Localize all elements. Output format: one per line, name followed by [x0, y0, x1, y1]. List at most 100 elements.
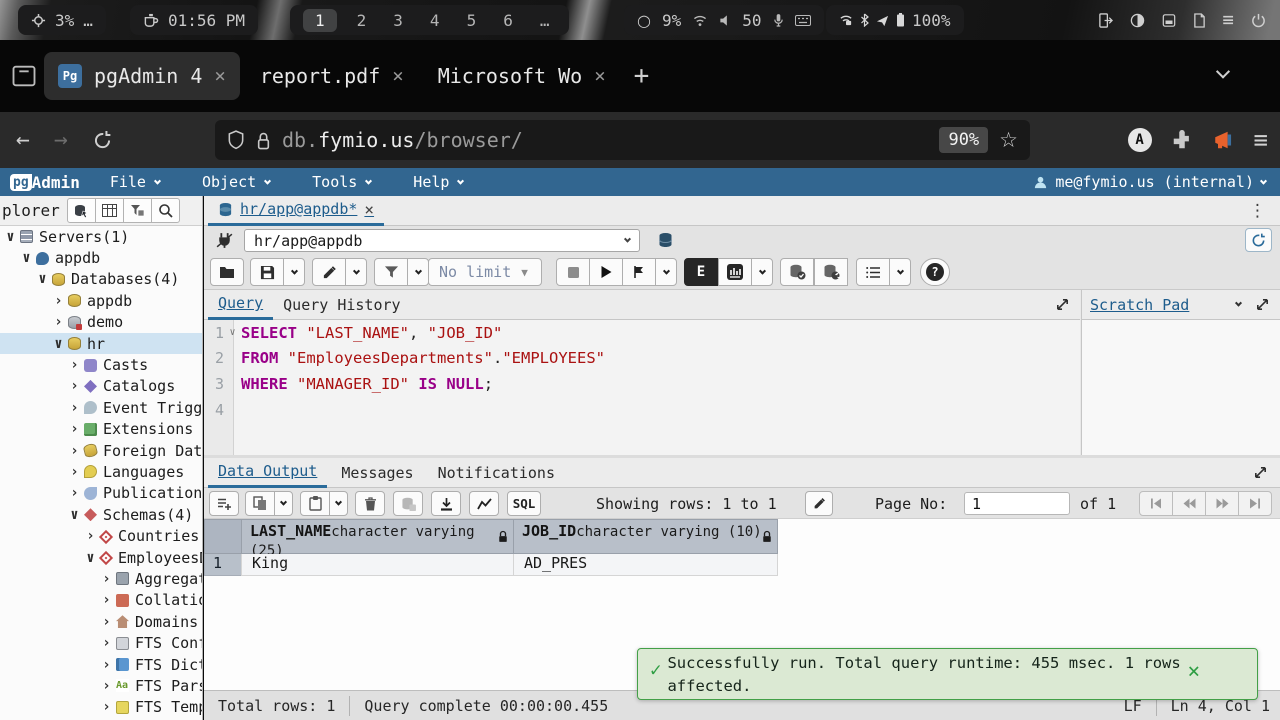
tree-item-collations[interactable]: ›Collations: [0, 590, 202, 611]
browser-tab-1[interactable]: PgpgAdmin 4×: [44, 52, 240, 100]
expand-icon[interactable]: ›: [99, 678, 114, 694]
tree-item-countries[interactable]: ›Countries: [0, 525, 202, 546]
tree-item-databases-4-[interactable]: ∨Databases(4): [0, 269, 202, 290]
forward-icon[interactable]: →: [54, 127, 68, 153]
clock-widget[interactable]: 01:56 PM: [130, 5, 258, 35]
expand-icon[interactable]: ›: [67, 485, 82, 501]
expand-icon[interactable]: ›: [99, 592, 114, 608]
logout-icon[interactable]: [1098, 13, 1113, 28]
storage-icon[interactable]: [1162, 13, 1176, 28]
collapse-icon[interactable]: ∨: [3, 229, 18, 245]
edit-range-pencil-button[interactable]: [805, 491, 833, 516]
new-tab-button[interactable]: +: [634, 61, 650, 91]
workspace-4[interactable]: 4: [423, 10, 447, 31]
expand-icon[interactable]: ›: [67, 421, 82, 437]
browser-tab-2[interactable]: report.pdf×: [246, 52, 418, 100]
expand-icon[interactable]: ›: [67, 464, 82, 480]
tree-item-catalogs[interactable]: ›Catalogs: [0, 376, 202, 397]
reload-icon[interactable]: [92, 130, 113, 151]
filtered-rows-button[interactable]: [123, 198, 152, 223]
expand-results-icon[interactable]: [1253, 465, 1268, 480]
expand-icon[interactable]: ›: [99, 657, 114, 673]
resource-indicators[interactable]: ○ 9% 50: [624, 5, 824, 35]
macros-chevron[interactable]: [889, 258, 911, 286]
browser-menu-icon[interactable]: ≡: [1254, 126, 1268, 154]
page-number-input[interactable]: [964, 492, 1070, 515]
help-button[interactable]: ?: [920, 258, 950, 286]
download-results-button[interactable]: [431, 491, 461, 516]
column-header-job_id[interactable]: JOB_IDcharacter varying (10): [513, 519, 778, 554]
paste-button[interactable]: [300, 491, 330, 516]
table-cell[interactable]: King: [241, 554, 514, 576]
tree-item-appdb[interactable]: ›appdb: [0, 290, 202, 311]
tab-data-output[interactable]: Data Output: [208, 458, 327, 488]
execute-chevron[interactable]: [655, 258, 677, 286]
workspace-2[interactable]: 2: [350, 10, 374, 31]
collapse-icon[interactable]: ∨: [51, 336, 66, 352]
scratch-pad-body[interactable]: [1081, 320, 1280, 455]
show-sql-button[interactable]: SQL: [507, 491, 541, 516]
tree-item-publications[interactable]: ›Publications: [0, 483, 202, 504]
stop-button[interactable]: [556, 258, 590, 286]
save-file-button[interactable]: [250, 258, 284, 286]
tree-item-servers-1-[interactable]: ∨Servers(1): [0, 226, 202, 247]
tree-item-demo[interactable]: ›demo: [0, 312, 202, 333]
workspace-3[interactable]: 3: [386, 10, 410, 31]
megaphone-extension-icon[interactable]: [1212, 129, 1235, 151]
search-objects-button[interactable]: [151, 198, 180, 223]
workspace-5[interactable]: 5: [460, 10, 484, 31]
account-icon[interactable]: A: [1128, 128, 1152, 152]
workspace-1[interactable]: 1: [303, 9, 337, 32]
tree-item-event-triggers[interactable]: ›Event Triggers: [0, 397, 202, 418]
zoom-level-badge[interactable]: 90%: [939, 127, 988, 153]
tree-item-schemas-4-[interactable]: ∨Schemas(4): [0, 504, 202, 525]
delete-row-button[interactable]: [355, 491, 385, 516]
open-file-button[interactable]: [210, 258, 244, 286]
tree-item-fts-parsers[interactable]: ›FTS Parsers: [0, 675, 202, 696]
tree-item-employeesdepartments[interactable]: ∨EmployeesDepartments: [0, 547, 202, 568]
execute-button[interactable]: [589, 258, 623, 286]
workspace-6[interactable]: 6: [496, 10, 520, 31]
url-bar[interactable]: db.fymio.us/browser/ 90% ☆: [215, 120, 1030, 160]
menu-tools[interactable]: Tools: [312, 173, 371, 191]
editor-line-2[interactable]: 2FROM "EmployeesDepartments"."EMPLOYEES": [204, 346, 1080, 372]
save-options-chevron[interactable]: [283, 258, 305, 286]
tree-item-fts-configurations[interactable]: ›FTS Configurations: [0, 632, 202, 653]
menu-icon[interactable]: ≡: [1223, 9, 1234, 31]
expand-icon[interactable]: ›: [51, 293, 66, 309]
edit-options-chevron[interactable]: [345, 258, 367, 286]
expand-icon[interactable]: ›: [51, 314, 66, 330]
editor-line-1[interactable]: 1∨SELECT "LAST_NAME", "JOB_ID": [204, 320, 1080, 346]
tab-notifications[interactable]: Notifications: [428, 458, 565, 488]
extensions-puzzle-icon[interactable]: [1171, 129, 1193, 151]
query-tool-tab[interactable]: hr/app@appdb* ×: [208, 196, 384, 226]
expand-icon[interactable]: ›: [67, 378, 82, 394]
expand-query-panel-icon[interactable]: [1055, 297, 1070, 312]
expand-icon[interactable]: ›: [83, 528, 98, 544]
prev-page-button[interactable]: [1172, 491, 1206, 516]
tree-item-languages[interactable]: ›Languages: [0, 461, 202, 482]
tree-item-aggregates[interactable]: ›Aggregates: [0, 568, 202, 589]
paste-options-chevron[interactable]: [329, 491, 348, 516]
scratch-pad-title[interactable]: Scratch Pad: [1090, 296, 1189, 314]
execute-options-button[interactable]: [622, 258, 656, 286]
collapse-icon[interactable]: ∨: [19, 250, 34, 266]
account-menu[interactable]: me@fymio.us (internal): [1033, 173, 1266, 191]
add-row-button[interactable]: [209, 491, 239, 516]
tab-query[interactable]: Query: [208, 290, 273, 320]
shield-icon[interactable]: [227, 130, 245, 150]
copy-options-chevron[interactable]: [274, 491, 293, 516]
tree-item-fts-templates[interactable]: ›FTS Templates: [0, 697, 202, 718]
tab-close-icon[interactable]: ×: [594, 65, 605, 87]
rollback-button[interactable]: [814, 258, 848, 286]
workspace-…[interactable]: …: [533, 10, 557, 31]
menu-object[interactable]: Object: [202, 173, 270, 191]
connection-select[interactable]: hr/app@appdb: [244, 229, 640, 252]
view-data-grid-button[interactable]: [95, 198, 124, 223]
graph-visualiser-button[interactable]: [469, 491, 499, 516]
reset-layout-button[interactable]: [1245, 228, 1272, 252]
expand-icon[interactable]: ›: [99, 635, 114, 651]
filter-options-chevron[interactable]: [407, 258, 429, 286]
collapse-icon[interactable]: ∨: [67, 507, 82, 523]
expand-icon[interactable]: ›: [67, 443, 82, 459]
